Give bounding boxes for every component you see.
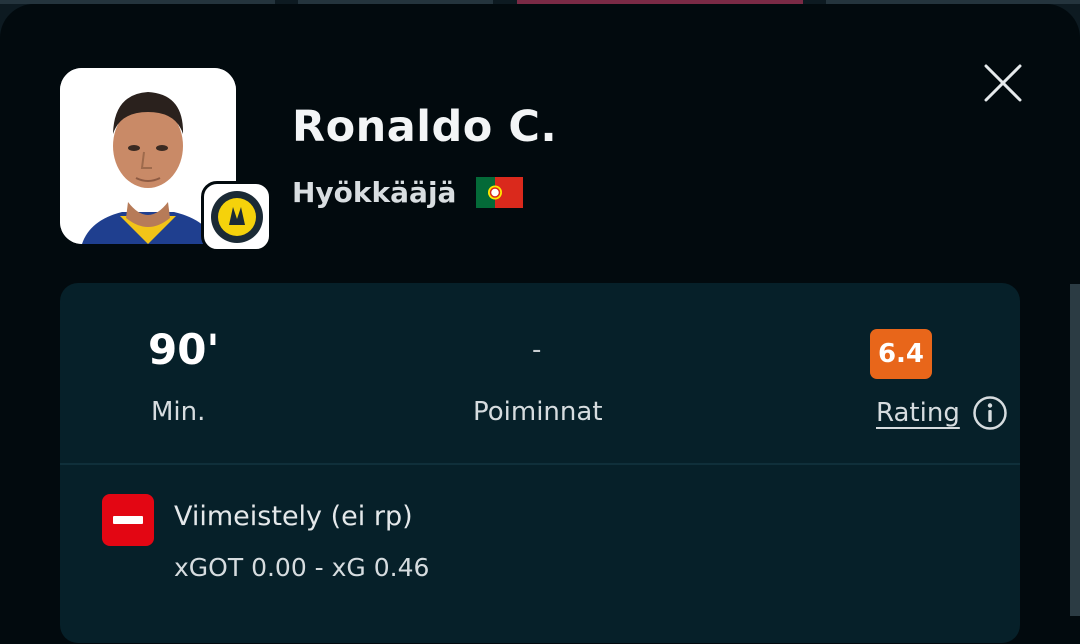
player-bottom-sheet: Ronaldo C. Hyökkääjä 90' Min. - Poiminna… <box>0 4 1080 644</box>
rating-badge: 6.4 <box>870 329 932 379</box>
club-crest-icon <box>210 190 263 243</box>
missed-shot-icon <box>102 494 154 546</box>
event-detail: xGOT 0.00 - xG 0.46 <box>174 553 430 582</box>
club-badge <box>201 181 272 252</box>
player-position: Hyökkääjä <box>292 175 457 209</box>
event-title: Viimeistely (ei rp) <box>174 501 413 532</box>
scrollbar[interactable] <box>1070 284 1080 616</box>
player-name: Ronaldo C. <box>292 102 558 152</box>
minutes-stat: 90' Min. <box>60 283 380 463</box>
rating-label[interactable]: Rating <box>876 398 960 428</box>
info-icon[interactable] <box>972 395 1008 431</box>
picks-label: Poiminnat <box>473 397 603 427</box>
minutes-value: 90' <box>148 325 220 374</box>
picks-value: - <box>532 335 542 365</box>
picks-stat: - Poiminnat <box>380 283 700 463</box>
stats-divider <box>60 463 1020 465</box>
close-icon <box>984 64 1022 102</box>
player-position-row: Hyökkääjä <box>292 174 524 210</box>
minutes-label: Min. <box>151 397 206 427</box>
rating-info-link[interactable]: Rating <box>876 395 1008 431</box>
portugal-flag-icon <box>476 176 524 208</box>
close-button[interactable] <box>978 58 1028 108</box>
rating-stat: 6.4 Rating <box>700 283 1020 463</box>
player-stats-card: 90' Min. - Poiminnat 6.4 Rating Viimeist… <box>60 283 1020 643</box>
